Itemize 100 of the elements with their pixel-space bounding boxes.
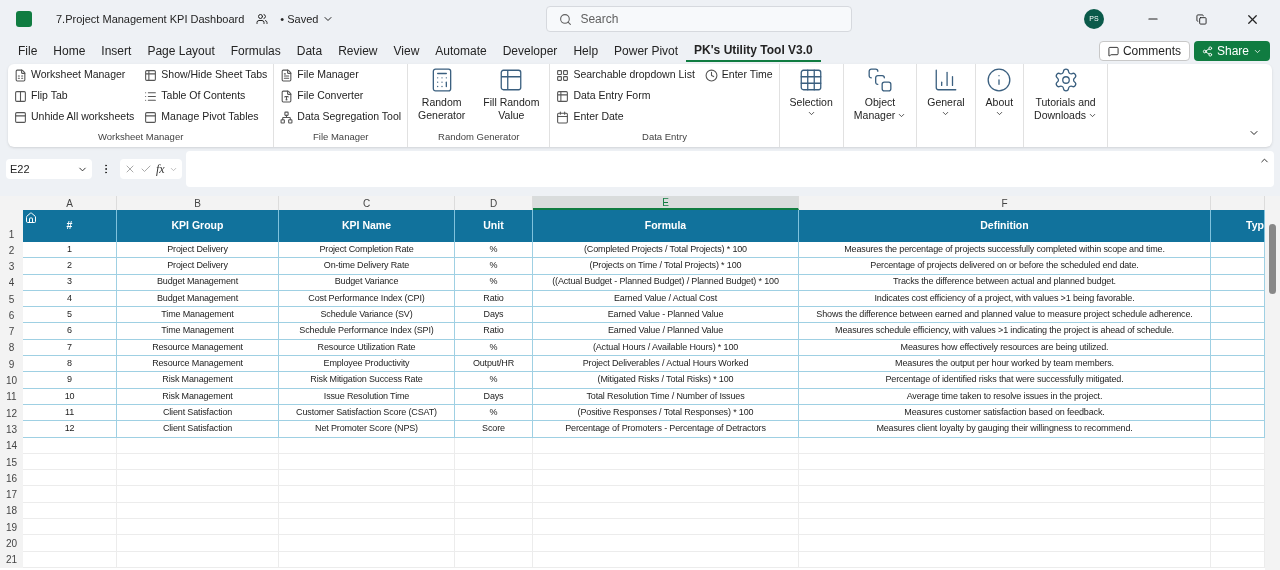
table-cell: Tracks the difference between actual and planned budget.: [799, 274, 1211, 291]
table-cell: %: [455, 242, 533, 259]
ribbon-button[interactable]: Data Segregation Tool: [280, 109, 402, 125]
ribbon-tab[interactable]: PK's Utility Tool V3.0: [686, 40, 821, 62]
comment-icon: [1107, 45, 1119, 57]
table-cell: (Mitigated Risks / Total Risks) * 100: [533, 372, 799, 389]
table-cell: Earned Value - Planned Value: [533, 307, 799, 324]
home-icon[interactable]: [25, 212, 37, 224]
table-cell: (Actual Hours / Available Hours) * 100: [533, 339, 799, 357]
search-input[interactable]: Search: [580, 10, 840, 28]
ribbon-item-icon: [144, 110, 158, 124]
ribbon-button[interactable]: Table Of Contents: [144, 88, 268, 104]
row-number: 6: [0, 307, 23, 324]
row-number: 2: [0, 242, 23, 259]
ribbon-large-button[interactable]: Fill Random Value: [479, 67, 544, 130]
ribbon-item-icon: [280, 110, 294, 124]
ribbon-button[interactable]: Show/Hide Sheet Tabs: [144, 67, 268, 83]
ribbon-button[interactable]: Manage Pivot Tables: [144, 109, 268, 125]
ribbon-button[interactable]: File Manager: [280, 67, 402, 83]
table-cell: Indicates cost efficiency of a project, with values >1 being favorable.: [799, 290, 1211, 308]
ribbon-tab[interactable]: Power Pivot: [606, 40, 687, 62]
table-cell: 4: [23, 290, 117, 308]
ribbon-large-button[interactable]: Tutorials and Downloads: [1030, 67, 1101, 144]
ribbon-button[interactable]: Unhide All worksheets: [14, 109, 135, 125]
row-number: 7: [0, 323, 23, 340]
table-cell: Ratio: [455, 290, 533, 308]
table-cell: Time Management: [117, 323, 279, 340]
table-cell: Percentage of projects delivered on or before the scheduled end date.: [799, 258, 1211, 275]
share-button[interactable]: Share: [1193, 41, 1270, 61]
table-cell: Budget Management: [117, 274, 279, 291]
comments-button[interactable]: Comments: [1098, 41, 1190, 61]
ribbon-item-icon: [280, 89, 294, 103]
table-cell: Risk Management: [117, 372, 279, 389]
ribbon-button[interactable]: File Converter: [280, 88, 402, 104]
row-number: 19: [0, 519, 23, 536]
row-number: 20: [0, 535, 23, 552]
ribbon-item-icon: [986, 67, 1013, 93]
ribbon-item-icon: [144, 89, 158, 103]
table-cell: Resource Management: [117, 356, 279, 373]
table-cell: Project Delivery: [117, 258, 279, 275]
table-cell: Total Resolution Time / Number of Issues: [533, 388, 799, 405]
ribbon-tab[interactable]: Review: [330, 40, 386, 62]
ribbon-tab[interactable]: View: [385, 40, 428, 62]
ribbon-item-icon: [556, 89, 570, 103]
name-box[interactable]: E22: [6, 159, 92, 179]
formula-input[interactable]: [185, 151, 1274, 187]
table-cell: Client Satisfaction: [117, 404, 279, 422]
ribbon-group-label: File Manager: [312, 129, 370, 144]
table-cell: Measures how effectively resources are being utilized.: [799, 339, 1211, 357]
ribbon-item-icon: [14, 89, 27, 103]
table-cell: Measures schedule efficiency, with values >1 indicating the project is ahead of schedule.: [799, 323, 1211, 340]
ribbon-large-button[interactable]: About: [981, 67, 1018, 144]
save-status: • Saved: [280, 11, 319, 27]
row-number: 16: [0, 470, 23, 487]
ribbon-button[interactable]: Searchable dropdown List: [556, 67, 695, 83]
enter-icon[interactable]: [140, 163, 152, 175]
ribbon-tab[interactable]: Automate: [427, 40, 495, 62]
ribbon-button[interactable]: Enter Time: [704, 67, 773, 83]
ribbon-large-button[interactable]: Random Generator: [414, 67, 470, 130]
ribbon-item-icon: [556, 110, 570, 124]
ribbon-button[interactable]: Worksheet Manager: [14, 67, 135, 83]
ribbon-button[interactable]: Enter Date: [556, 109, 695, 125]
table-cell: Days: [455, 388, 533, 405]
ribbon-tab[interactable]: Home: [45, 40, 94, 62]
table-cell: Percentage of identified risks that were successfully mitigated.: [799, 372, 1211, 389]
ribbon-tab[interactable]: File: [10, 40, 46, 62]
ribbon-tab[interactable]: Insert: [93, 40, 140, 62]
ribbon-button[interactable]: Flip Tab: [14, 88, 135, 104]
ribbon-tab[interactable]: Formulas: [222, 40, 289, 62]
ribbon-button[interactable]: Data Entry Form: [556, 88, 695, 104]
ribbon-large-button[interactable]: Object Manager: [849, 67, 911, 144]
table-cell: 6: [23, 323, 117, 340]
ribbon-large-button[interactable]: Selection: [785, 67, 837, 144]
ribbon-large-button[interactable]: General: [923, 67, 969, 144]
ribbon-tab[interactable]: Developer: [494, 40, 566, 62]
ribbon-tab[interactable]: Help: [565, 40, 607, 62]
table-cell: Budget Management: [117, 290, 279, 308]
header-cell: #: [23, 210, 117, 242]
header-cell: KPI Group: [117, 210, 279, 242]
ribbon-item-icon: [704, 68, 718, 82]
table-cell: Shows the difference between earned and planned value to measure project schedule adherence.: [799, 307, 1211, 324]
ribbon-tab[interactable]: Page Layout: [139, 40, 223, 62]
header-cell: KPI Name: [279, 210, 455, 242]
table-cell: Project Deliverables / Actual Hours Worked: [533, 356, 799, 373]
vertical-scrollbar[interactable]: [1265, 196, 1280, 570]
insert-function-button[interactable]: fx: [156, 160, 165, 178]
table-cell: Client Satisfaction: [117, 421, 279, 438]
table-cell: 3: [23, 274, 117, 291]
table-cell: Project Delivery: [117, 242, 279, 259]
column-header[interactable]: E: [533, 196, 799, 210]
ribbon-tab[interactable]: Data: [288, 40, 331, 62]
table-cell: On-time Delivery Rate: [279, 258, 455, 275]
table-cell: Schedule Variance (SV): [279, 307, 455, 324]
header-cell: Definition: [799, 210, 1211, 242]
restore-icon[interactable]: [1196, 13, 1207, 25]
cancel-icon[interactable]: [124, 163, 136, 175]
shared-users-icon: [256, 13, 269, 25]
search-field[interactable]: Search: [546, 6, 853, 32]
table-cell: Earned Value / Actual Cost: [533, 290, 799, 308]
table-cell: Output/HR: [455, 356, 533, 373]
